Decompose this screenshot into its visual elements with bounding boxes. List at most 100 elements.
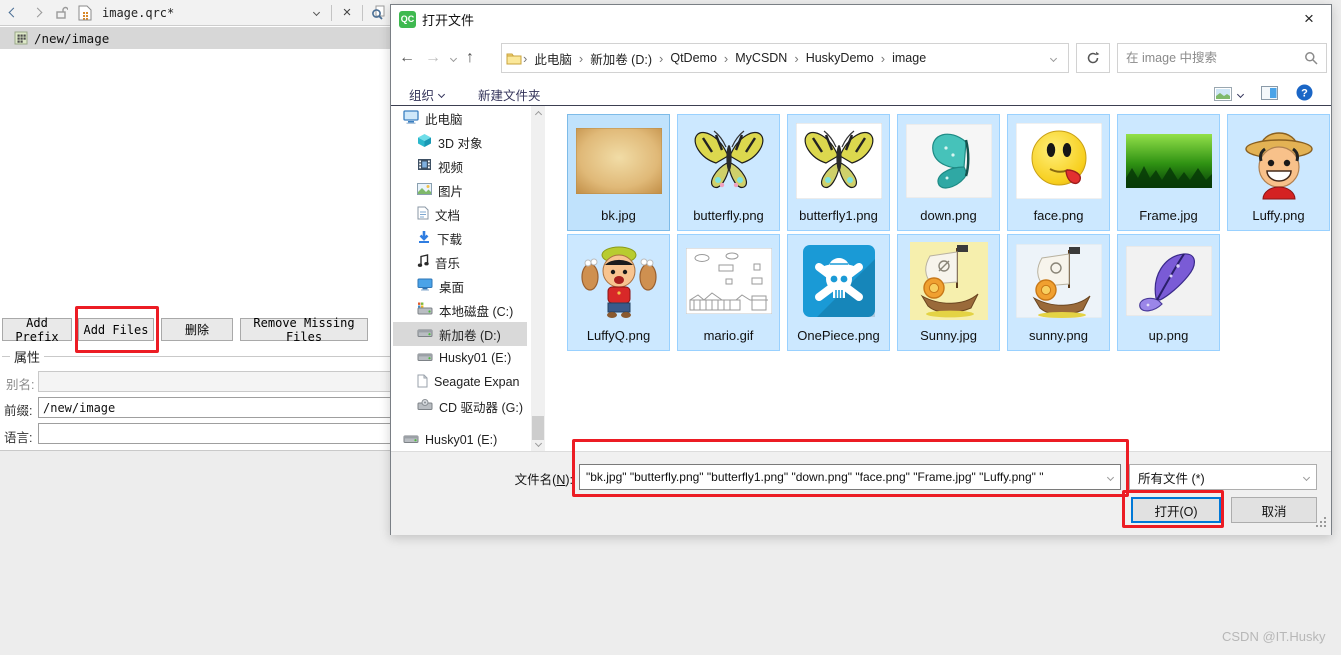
filetype-dropdown-icon[interactable] [1296,465,1316,489]
file-tile[interactable]: mario.gif [677,234,780,351]
file-thumbnail [1008,235,1109,327]
breadcrumb-item[interactable]: 新加卷 (D:) [584,49,658,68]
file-tile[interactable]: OnePiece.png [787,234,890,351]
watermark: CSDN @IT.Husky [1222,629,1326,644]
file-tile[interactable]: down.png [897,114,1000,231]
cd-icon [417,398,433,414]
resource-prefix-row[interactable]: /new/image [0,27,391,49]
qt-tab-title[interactable]: image.qrc* [102,6,174,20]
file-name: butterfly1.png [799,208,878,223]
file-tile[interactable]: Sunny.jpg [897,234,1000,351]
drive-icon [417,327,433,341]
back-icon[interactable] [4,4,22,22]
dialog-close-icon[interactable]: × [1295,7,1323,31]
sidebar-item[interactable]: 文档 [393,202,527,226]
alias-field[interactable] [38,371,391,392]
file-tile[interactable]: Luffy.png [1227,114,1330,231]
help-button[interactable]: ? [1296,84,1313,104]
nav-forward-icon[interactable]: → [425,49,441,67]
sidebar-item[interactable]: CD 驱动器 (G:) [393,394,527,418]
tab-dropdown-icon[interactable] [307,4,325,22]
file-tile[interactable]: face.png [1007,114,1110,231]
sidebar-item[interactable]: Seagate Expan [393,370,527,394]
file-name: up.png [1148,328,1189,343]
file-thumbnail [1118,115,1219,207]
filename-label: 文件名(N): [514,473,573,487]
breadcrumb-item[interactable]: HuskyDemo [800,51,880,65]
breadcrumb-item[interactable]: image [886,51,932,65]
forward-icon[interactable] [28,4,46,22]
file-name: sunny.png [1028,328,1089,343]
scroll-up-icon[interactable] [531,106,545,122]
add-prefix-button[interactable]: Add Prefix [2,316,72,344]
organize-menu[interactable]: 组织 [409,85,446,104]
lock-icon[interactable] [52,4,70,22]
nav-up-icon[interactable]: ↑ [466,49,474,67]
file-thumbnail [788,235,889,327]
breadcrumb-item[interactable]: QtDemo [664,51,723,65]
prefix-tree-label: /new/image [34,30,110,46]
find-in-document-icon[interactable] [369,4,387,22]
sidebar-item[interactable]: 视频 [393,154,527,178]
file-thumbnail [898,115,999,207]
sidebar-item[interactable]: 此电脑 [393,106,527,130]
search-input[interactable] [1126,51,1304,65]
page-icon [417,374,428,391]
music-icon [417,253,429,271]
address-bar[interactable]: › 此电脑 › 新加卷 (D:) › QtDemo › MyCSDN › HuskyDemo › im… [501,43,1069,73]
drive-icon [417,351,433,365]
sidebar-item[interactable]: Husky01 (E:) [393,428,527,451]
file-tile[interactable]: bk.jpg [567,114,670,231]
remove-missing-files-button[interactable]: Remove Missing Files [240,316,368,344]
breadcrumb-item[interactable]: 此电脑 [528,49,578,68]
prefix-field[interactable] [38,397,391,418]
resize-grip[interactable] [1316,516,1327,531]
sidebar-item[interactable]: 3D 对象 [393,130,527,154]
qt-creator-logo-icon: QC [399,10,416,28]
dialog-titlebar[interactable]: QC 打开文件 [391,5,1331,33]
sidebar-scrollbar[interactable] [531,106,545,451]
sidebar-item[interactable]: 本地磁盘 (C:) [393,298,527,322]
view-mode-button[interactable] [1214,87,1245,101]
nav-history-icon[interactable] [449,54,458,62]
dialog-title: 打开文件 [422,12,475,28]
help-icon: ? [1296,84,1313,101]
cancel-button[interactable]: 取消 [1231,497,1317,523]
file-tile[interactable]: butterfly1.png [787,114,890,231]
refresh-button[interactable] [1076,43,1110,73]
qrc-file-icon [76,4,94,22]
file-tile[interactable]: butterfly.png [677,114,780,231]
file-name: bk.jpg [601,208,636,223]
file-tile[interactable]: LuffyQ.png [567,234,670,351]
resource-icon [14,31,28,45]
sidebar-item[interactable]: 桌面 [393,274,527,298]
scroll-down-icon[interactable] [531,435,545,451]
sidebar-item[interactable]: 音乐 [393,250,527,274]
address-dropdown-icon[interactable] [1049,54,1058,62]
preview-pane-icon [1261,85,1278,100]
delete-button[interactable]: 删除 [161,318,233,341]
sidebar-item[interactable]: Husky01 (E:) [393,346,527,370]
file-name: OnePiece.png [797,328,880,343]
video-icon [417,158,432,174]
file-thumbnail [678,115,779,207]
filetype-combobox[interactable]: 所有文件 (*) [1129,464,1317,490]
nav-back-icon[interactable]: ← [399,49,415,67]
sidebar-item[interactable]: 图片 [393,178,527,202]
file-tile[interactable]: up.png [1117,234,1220,351]
doc-icon [417,206,429,223]
file-tile[interactable]: Frame.jpg [1117,114,1220,231]
annotation-box-open [1122,490,1224,528]
language-field[interactable] [38,423,391,444]
sidebar-item[interactable]: 下载 [393,226,527,250]
file-name: mario.gif [703,328,754,343]
breadcrumb-item[interactable]: MyCSDN [729,51,793,65]
sidebar-item[interactable]: 新加卷 (D:) [393,322,527,346]
search-icon [1305,52,1318,65]
preview-pane-button[interactable] [1261,85,1278,103]
file-tile[interactable]: sunny.png [1007,234,1110,351]
drive-icon [403,433,419,447]
close-tab-icon[interactable]: × [338,4,356,22]
search-box[interactable] [1117,43,1327,73]
new-folder-button[interactable]: 新建文件夹 [478,85,541,104]
